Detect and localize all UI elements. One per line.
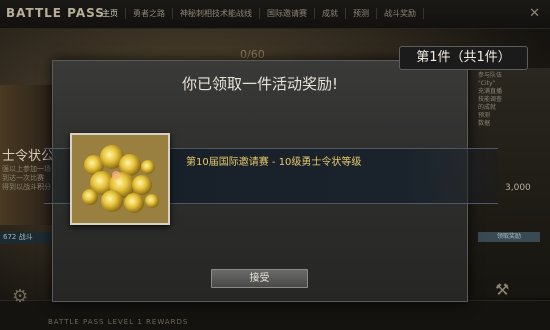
top-navigation-bar: BATTLE PASS 主页 勇者之路 神秘刺相技术能战线 国际邀请赛 成就 预…: [0, 0, 550, 29]
points-amount: 3,000: [505, 183, 531, 193]
reward-image: [70, 133, 170, 225]
bottom-battle-pass-text: BATTLE PASS LEVEL 1 REWARDS: [48, 318, 189, 326]
tab-achievements[interactable]: 成就: [315, 8, 346, 19]
level-badge: 672 战斗: [0, 232, 51, 244]
reward-counter: 第1件（共1件）: [399, 46, 528, 70]
battle-pass-logo: BATTLE PASS: [6, 6, 105, 20]
tab-mystery[interactable]: 神秘刺相技术能战线: [173, 8, 260, 19]
accept-button[interactable]: 接受: [211, 269, 308, 288]
right-panel-text: 参与队伍 "City" 充满直播 技能调查 的成就 预测 数据: [478, 72, 503, 127]
claim-reward-button[interactable]: 领取奖励: [478, 232, 540, 242]
reward-label: 第10届国际邀请赛 - 10级勇士令状等级: [186, 157, 362, 168]
close-icon[interactable]: ✕: [529, 6, 540, 21]
tab-predictions[interactable]: 预测: [346, 8, 377, 19]
dialog-title: 你已领取一件活动奖励!: [181, 75, 338, 93]
tab-hero-path[interactable]: 勇者之路: [126, 8, 173, 19]
tab-home[interactable]: 主页: [95, 8, 126, 19]
tab-international[interactable]: 国际邀请赛: [260, 8, 315, 19]
top-nav: 主页 勇者之路 神秘刺相技术能战线 国际邀请赛 成就 预测 战斗奖励: [95, 8, 424, 19]
gear-icon[interactable]: ⚙: [12, 286, 28, 307]
hammer-icon[interactable]: ⚒: [495, 280, 509, 299]
tab-rewards[interactable]: 战斗奖励: [377, 8, 424, 19]
gold-coins-icon: [72, 135, 168, 223]
